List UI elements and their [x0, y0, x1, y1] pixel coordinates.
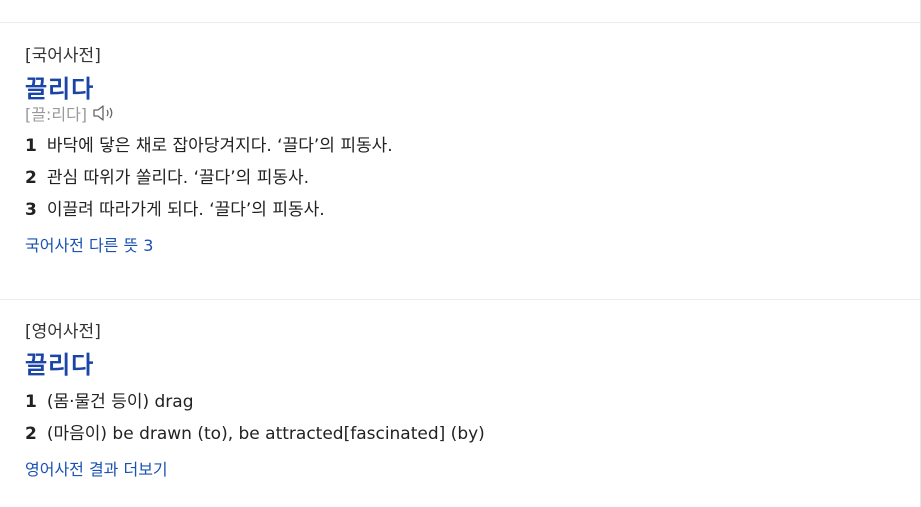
english-more-results-link[interactable]: 영어사전 결과 더보기: [25, 458, 168, 482]
meaning-item: 2 (마음이) be drawn (to), be attracted[fasci…: [25, 418, 921, 450]
english-dict-section: [영어사전] 끌리다 1 (몸·물건 등이) drag 2 (마음이) be dra…: [0, 299, 921, 507]
meaning-text: 바닥에 닿은 채로 잡아당겨지다. ‘끌다’의 피동사.: [46, 136, 393, 156]
english-entry-title[interactable]: 끌리다: [25, 348, 921, 382]
meaning-number: 3: [25, 200, 37, 220]
meaning-number: 1: [25, 136, 37, 156]
meaning-text: 이끌려 따라가게 되다. ‘끌다’의 피동사.: [46, 200, 325, 220]
korean-dict-section: [국어사전] 끌리다 [끌:리다] 1 바닥에 닿은 채로 잡아당겨지다. ‘끌다…: [0, 44, 921, 298]
meaning-item: 3 이끌려 따라가게 되다. ‘끌다’의 피동사.: [25, 194, 921, 226]
meaning-text: (마음이) be drawn (to), be attracted[fascin…: [46, 424, 485, 444]
speaker-icon[interactable]: [92, 103, 118, 123]
meaning-item: 1 바닥에 닿은 채로 잡아당겨지다. ‘끌다’의 피동사.: [25, 130, 921, 162]
pronunciation-text: [끌:리다]: [25, 105, 88, 124]
meaning-number: 2: [25, 424, 37, 444]
korean-meanings-list: 1 바닥에 닿은 채로 잡아당겨지다. ‘끌다’의 피동사. 2 관심 따위가 쏠리…: [25, 130, 921, 226]
korean-more-meanings-link[interactable]: 국어사전 다른 뜻 3: [25, 234, 153, 258]
dictionary-results: [국어사전] 끌리다 [끌:리다] 1 바닥에 닿은 채로 잡아당겨지다. ‘끌다…: [0, 0, 921, 507]
korean-dict-label: [국어사전]: [25, 46, 101, 66]
korean-entry-title[interactable]: 끌리다: [25, 72, 921, 106]
pronunciation-row: [끌:리다]: [25, 102, 921, 124]
top-divider: [0, 22, 921, 23]
meaning-text: 관심 따위가 쏠리다. ‘끌다’의 피동사.: [46, 168, 310, 188]
meaning-number: 2: [25, 168, 37, 188]
meaning-item: 2 관심 따위가 쏠리다. ‘끌다’의 피동사.: [25, 162, 921, 194]
english-meanings-list: 1 (몸·물건 등이) drag 2 (마음이) be drawn (to), be…: [25, 386, 921, 450]
english-dict-label: [영어사전]: [25, 322, 101, 342]
meaning-text: (몸·물건 등이) drag: [46, 392, 194, 412]
meaning-number: 1: [25, 392, 37, 412]
meaning-item: 1 (몸·물건 등이) drag: [25, 386, 921, 418]
